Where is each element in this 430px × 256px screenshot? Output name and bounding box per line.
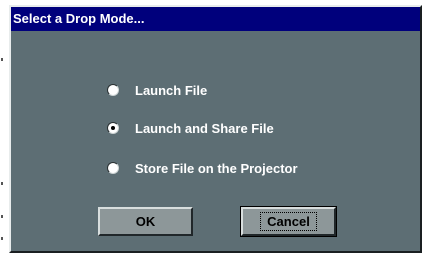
cancel-button-label: Cancel: [260, 212, 317, 231]
option-label: Launch and Share File: [135, 120, 274, 136]
option-store-file-on-projector[interactable]: Store File on the Projector: [107, 158, 298, 178]
drop-mode-dialog: Select a Drop Mode... Launch File Launch…: [9, 5, 422, 253]
option-launch-file[interactable]: Launch File: [107, 80, 207, 100]
radio-selected-dot: [111, 126, 115, 130]
radio-button-launch-file[interactable]: [107, 84, 119, 96]
option-label: Store File on the Projector: [135, 160, 298, 176]
screen: Select a Drop Mode... Launch File Launch…: [0, 0, 430, 256]
option-launch-and-share-file[interactable]: Launch and Share File: [107, 118, 274, 138]
ok-button[interactable]: OK: [98, 207, 193, 236]
radio-button-launch-and-share-file[interactable]: [107, 122, 119, 134]
radio-button-store-file-on-projector[interactable]: [107, 162, 119, 174]
cancel-button[interactable]: Cancel: [240, 206, 337, 237]
ok-button-label: OK: [135, 214, 156, 229]
dialog-title: Select a Drop Mode...: [13, 11, 145, 26]
dialog-title-bar[interactable]: Select a Drop Mode...: [11, 7, 420, 31]
option-label: Launch File: [135, 82, 208, 98]
